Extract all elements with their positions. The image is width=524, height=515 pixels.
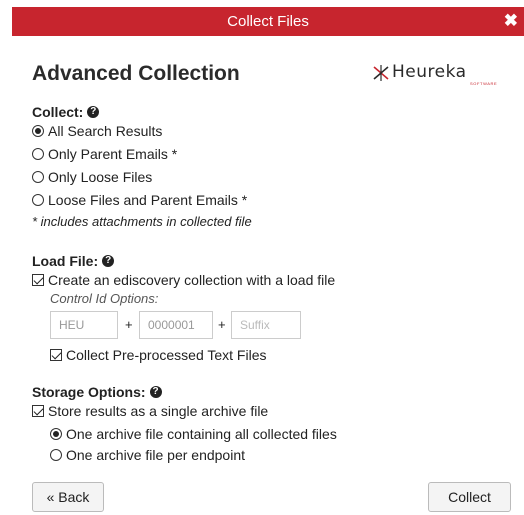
control-id-label: Control Id Options:	[50, 291, 159, 306]
radio-icon[interactable]	[50, 449, 62, 461]
storage-section-title: Storage Options: ?	[32, 384, 162, 400]
checkbox-icon[interactable]	[32, 274, 44, 286]
single-archive-label: Store results as a single archive file	[48, 403, 269, 419]
single-archive-checkbox[interactable]: Store results as a single archive file	[32, 403, 268, 419]
control-id-number-input[interactable]: 0000001	[139, 311, 213, 339]
logo-mark-icon	[373, 65, 389, 81]
collect-option-loose-files[interactable]: Only Loose Files	[32, 169, 152, 185]
archive-option-per-endpoint[interactable]: One archive file per endpoint	[50, 447, 245, 463]
storage-help-icon[interactable]: ?	[149, 386, 162, 398]
preprocessed-text-label: Collect Pre-processed Text Files	[66, 347, 267, 363]
archive-option-all[interactable]: One archive file containing all collecte…	[50, 426, 337, 442]
collect-help-icon[interactable]: ?	[87, 106, 100, 118]
control-id-prefix-input[interactable]: HEU	[50, 311, 118, 339]
radio-icon[interactable]	[32, 125, 44, 137]
close-icon[interactable]: ✖	[504, 11, 518, 31]
collect-option-label: Only Parent Emails *	[48, 146, 178, 162]
loadfile-section-title: Load File: ?	[32, 253, 115, 269]
collect-button[interactable]: Collect	[428, 482, 511, 512]
checkbox-icon[interactable]	[32, 405, 44, 417]
archive-option-label: One archive file per endpoint	[66, 447, 245, 463]
checkbox-icon[interactable]	[50, 349, 62, 361]
collect-section-title: Collect: ?	[32, 104, 100, 120]
collect-option-parent-emails[interactable]: Only Parent Emails *	[32, 146, 177, 162]
collect-label: Collect:	[32, 104, 84, 120]
collect-option-loose-and-parent[interactable]: Loose Files and Parent Emails *	[32, 192, 247, 208]
radio-icon[interactable]	[32, 194, 44, 206]
loadfile-label: Load File:	[32, 253, 99, 269]
page-title: Advanced Collection	[32, 62, 240, 85]
create-load-file-label: Create an ediscovery collection with a l…	[48, 272, 336, 288]
preprocessed-text-checkbox[interactable]: Collect Pre-processed Text Files	[50, 347, 266, 363]
control-id-suffix-input[interactable]: Suffix	[231, 311, 301, 339]
radio-icon[interactable]	[32, 171, 44, 183]
back-button[interactable]: « Back	[32, 482, 104, 512]
collect-option-all[interactable]: All Search Results	[32, 123, 162, 139]
loadfile-help-icon[interactable]: ?	[102, 255, 115, 267]
heureka-logo: Heureka SOFTWARE	[372, 62, 507, 86]
collect-option-label: Loose Files and Parent Emails *	[48, 192, 248, 208]
create-load-file-checkbox[interactable]: Create an ediscovery collection with a l…	[32, 272, 335, 288]
radio-icon[interactable]	[50, 428, 62, 440]
collect-note: * includes attachments in collected file	[32, 214, 252, 229]
plus-sign: +	[218, 317, 226, 332]
storage-label: Storage Options:	[32, 384, 146, 400]
plus-sign: +	[125, 317, 133, 332]
collect-option-label: All Search Results	[48, 123, 163, 139]
logo-tagline: SOFTWARE	[470, 81, 498, 86]
archive-option-label: One archive file containing all collecte…	[66, 426, 337, 442]
radio-icon[interactable]	[32, 148, 44, 160]
collect-option-label: Only Loose Files	[48, 169, 153, 185]
dialog-title: Collect Files	[227, 13, 309, 30]
dialog-titlebar: Collect Files ✖	[12, 7, 524, 36]
logo-brand-text: Heureka	[392, 62, 467, 82]
